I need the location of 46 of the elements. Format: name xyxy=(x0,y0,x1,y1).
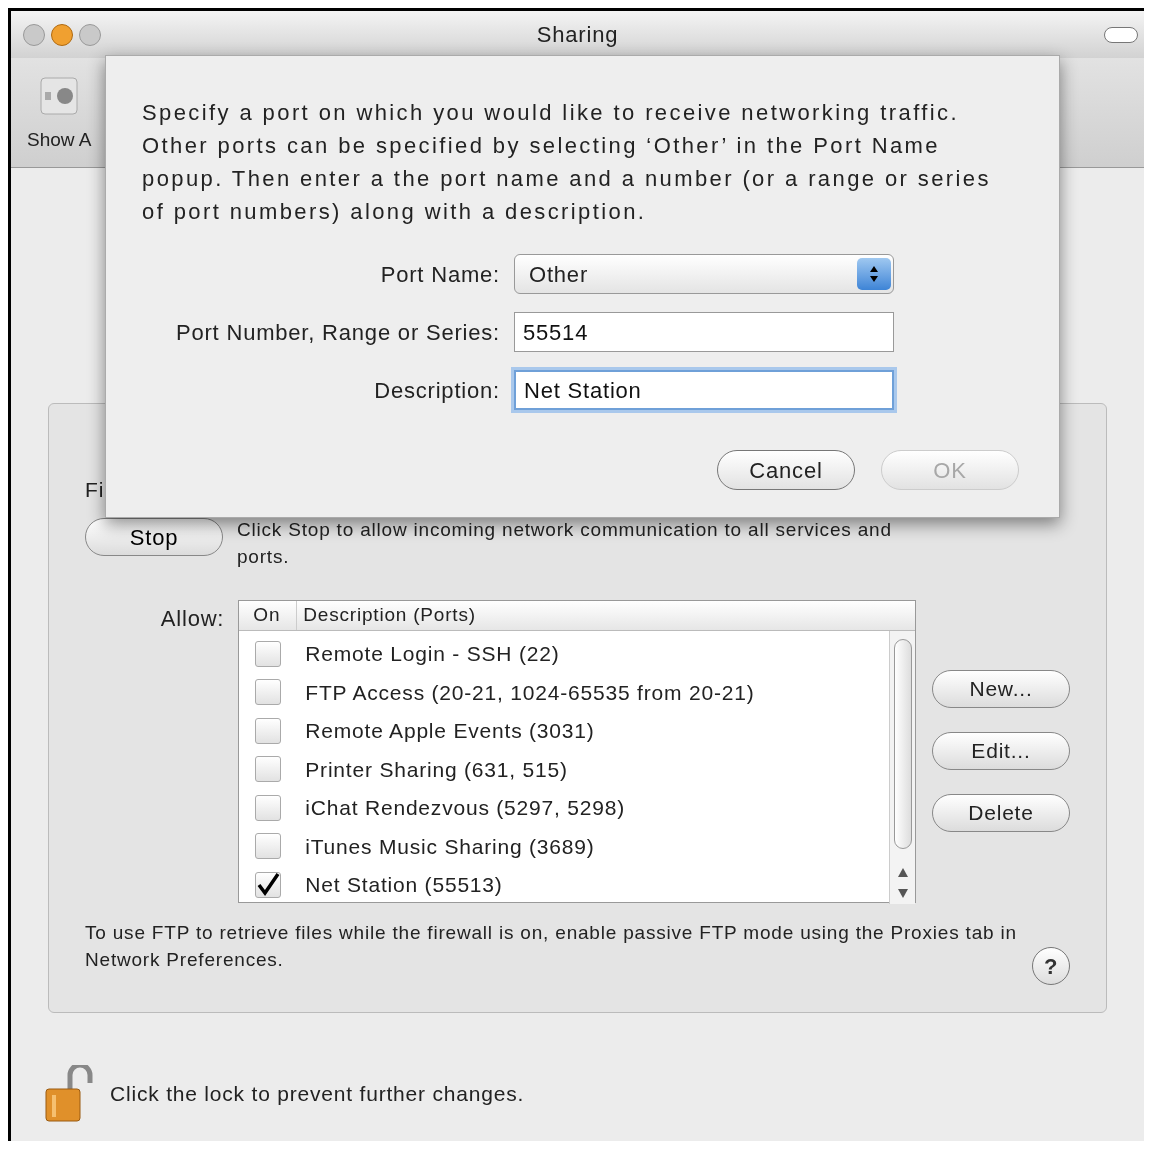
help-button[interactable]: ? xyxy=(1032,947,1070,985)
stop-button[interactable]: Stop xyxy=(85,518,223,556)
column-header[interactable]: On xyxy=(239,601,298,630)
popup-arrows-icon xyxy=(857,258,891,290)
port-name-popup[interactable]: Other xyxy=(514,254,894,294)
scroll-up-icon[interactable] xyxy=(897,868,908,877)
new-button[interactable]: New... xyxy=(932,670,1070,708)
checkbox[interactable] xyxy=(255,717,282,744)
port-label: iChat Rendezvous (5297, 5298) xyxy=(305,795,626,821)
port-label: Remote Login - SSH (22) xyxy=(305,641,560,667)
checkbox[interactable] xyxy=(255,679,282,706)
field-label: Description: xyxy=(373,376,501,405)
ftp-note: To use FTP to retrieve files while the firewall is on, enable passive FTP mode using the Proxies tab in Network Preferences. xyxy=(85,921,1018,972)
scroll-down-icon[interactable] xyxy=(897,889,908,898)
lock-note: Click the lock to prevent further changes. xyxy=(110,1081,525,1108)
edit-button[interactable]: Edit... xyxy=(932,732,1070,770)
checkbox[interactable] xyxy=(255,833,282,860)
cancel-button[interactable]: Cancel xyxy=(717,450,855,490)
close-button[interactable] xyxy=(23,23,45,46)
checkbox[interactable] xyxy=(255,794,282,821)
field-label: Port Name: xyxy=(379,260,501,289)
open-padlock-icon[interactable] xyxy=(44,1065,96,1123)
checkbox[interactable] xyxy=(255,640,282,667)
zoom-button[interactable] xyxy=(79,23,101,46)
input-field[interactable]: Net Station xyxy=(514,370,894,410)
toolbar-toggle-button[interactable] xyxy=(1104,26,1138,43)
port-label: iTunes Music Sharing (3689) xyxy=(305,833,595,860)
checkbox[interactable] xyxy=(255,871,282,898)
firewall-status-label: Fi xyxy=(85,477,106,503)
scroll-bar[interactable] xyxy=(889,630,915,904)
allow-label: Allow: xyxy=(159,605,226,633)
checkbox[interactable] xyxy=(255,756,282,783)
input-field[interactable]: 55514 xyxy=(514,312,894,352)
sheet-message: Specify a port on which you would like to receive networking traffic. Other ports can be specified by selecting ‘Other’ in the Port Name popup. Then enter a the port name and a number (or a range or series of port numbers) along with a description. xyxy=(142,99,992,226)
field-label: Port Number, Range or Series: xyxy=(175,318,501,347)
window-title: Sharing xyxy=(536,21,619,49)
column-header[interactable]: Description (Ports) xyxy=(297,601,476,630)
show-all-label[interactable]: Show A xyxy=(27,126,92,155)
port-label: Net Station (55513) xyxy=(305,872,503,898)
delete-button[interactable]: Delete xyxy=(932,794,1070,832)
port-label: Remote Apple Events (3031) xyxy=(305,718,595,744)
app-grid-icon[interactable] xyxy=(39,76,80,116)
stop-note: Click Stop to allow incoming network communication to all services and ports. xyxy=(237,518,893,569)
minimize-button[interactable] xyxy=(51,23,73,46)
port-label: Printer Sharing (631, 515) xyxy=(305,756,568,783)
port-label: FTP Access (20-21, 1024-65535 from 20-21) xyxy=(305,679,755,706)
